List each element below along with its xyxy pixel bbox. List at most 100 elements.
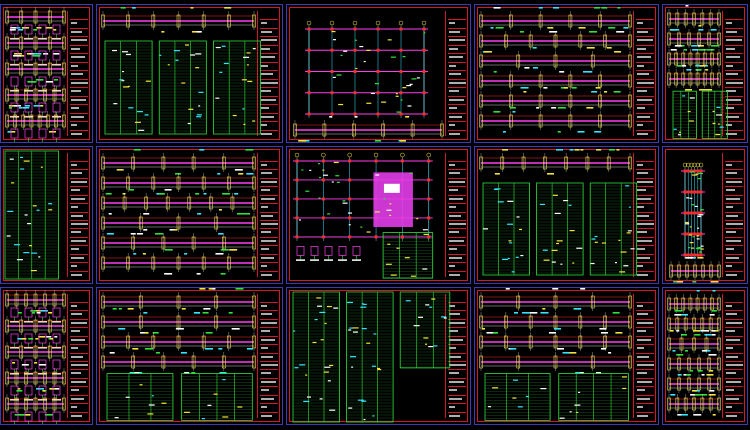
annotation-text [670, 49, 677, 51]
annotation-text [542, 308, 546, 310]
table-cell-text [327, 380, 331, 382]
drawing-sheet-2[interactable] [96, 4, 283, 143]
section-outline [52, 307, 61, 318]
column [376, 91, 380, 95]
table-cell-text [507, 223, 514, 225]
drawing-sheet-14[interactable] [474, 287, 659, 425]
table-cell-text [712, 110, 715, 113]
table-cell-text [626, 232, 631, 234]
drawing-sheet-10[interactable] [662, 146, 748, 284]
plan-annotation [685, 223, 690, 225]
table-cell-text [371, 365, 376, 367]
annotation-text [557, 107, 566, 109]
drawing-sheet-9[interactable] [474, 146, 659, 284]
drawing-sheet-1[interactable] [0, 4, 93, 143]
annotation-text [614, 51, 622, 53]
table-cell-text [294, 367, 299, 369]
axis-bubble [421, 20, 427, 26]
annotation-text [46, 81, 54, 83]
table-cell-text [48, 209, 53, 211]
annotation-text [495, 27, 504, 29]
section-outline [52, 50, 61, 61]
table-cell-text [348, 407, 353, 409]
table-cell-text [20, 156, 24, 159]
annotation-text [697, 257, 704, 259]
table-cell-text [125, 396, 130, 398]
table-cell-text [390, 274, 397, 276]
annotation-text [133, 253, 137, 255]
annotation-text [197, 213, 202, 215]
column [321, 216, 325, 220]
annotation-text [698, 49, 707, 51]
annotation-text [502, 149, 509, 151]
annotation-text [129, 189, 135, 191]
plan-annotation [390, 56, 396, 58]
table-cell-text [329, 364, 334, 367]
table-cell-text [512, 397, 517, 399]
annotation-text [175, 328, 184, 330]
annotation-text [229, 249, 236, 251]
table-cell-text [556, 240, 563, 242]
table-cell-text [363, 418, 366, 421]
column [686, 253, 690, 257]
plan-annotation [698, 251, 702, 253]
drawing-sheet-4[interactable] [474, 4, 659, 143]
annotation-text [685, 257, 694, 259]
table-cell-text [719, 126, 724, 128]
annotation-text [122, 193, 126, 195]
table-cell-text [552, 194, 558, 196]
table-cell-text [7, 210, 14, 213]
plan-annotation [696, 238, 700, 240]
annotation-text [674, 45, 682, 47]
drawing-content [5, 290, 66, 424]
annotation-text [246, 348, 253, 350]
plan-annotation [374, 83, 379, 85]
column [295, 159, 299, 163]
table-cell-text [303, 400, 310, 403]
plan-annotation [374, 211, 380, 213]
drawing-sheet-13[interactable] [286, 287, 471, 425]
annotation-text [21, 364, 29, 366]
table-cell-text [488, 406, 492, 408]
annotation-text [685, 5, 689, 7]
column [399, 91, 403, 95]
annotation-text [164, 273, 173, 275]
table-cell-text [32, 205, 37, 207]
table-cell-text [385, 263, 392, 265]
plan-annotation [409, 83, 413, 85]
annotation-text [580, 149, 584, 151]
annotation-text [220, 249, 229, 251]
table-cell-text [422, 268, 428, 270]
annotation-text [199, 149, 205, 151]
annotation-text [218, 348, 223, 350]
annotation-text [563, 87, 568, 89]
table-cell-text [243, 123, 246, 125]
annotation-text [710, 45, 719, 47]
drawing-sheet-3[interactable] [286, 4, 471, 143]
plan-annotation [400, 99, 403, 101]
table-cell-text [673, 128, 677, 130]
drawing-sheet-12[interactable] [96, 287, 283, 425]
table-cell-text [195, 67, 200, 69]
table-border [158, 40, 207, 135]
annotation-text [486, 332, 494, 334]
drawing-sheet-6[interactable] [0, 146, 93, 284]
plan-annotation [422, 229, 428, 231]
table-cell-text [138, 129, 145, 131]
drawing-sheet-5[interactable] [662, 4, 748, 143]
plan-annotation [697, 177, 702, 180]
drawing-sheet-15[interactable] [662, 287, 748, 425]
drawing-sheet-7[interactable] [96, 146, 283, 284]
drawing-sheet-11[interactable] [0, 287, 93, 425]
plan-annotation [375, 174, 380, 176]
plan-annotation [342, 200, 346, 202]
column [353, 112, 357, 116]
section-label [24, 142, 33, 143]
annotation-text [559, 71, 565, 73]
annotation-text [677, 374, 682, 376]
drawing-sheet-8[interactable] [286, 146, 471, 284]
table-cell-text [377, 368, 382, 371]
annotation-text [680, 414, 688, 416]
annotation-text [10, 29, 14, 31]
annotation-text [33, 105, 41, 107]
